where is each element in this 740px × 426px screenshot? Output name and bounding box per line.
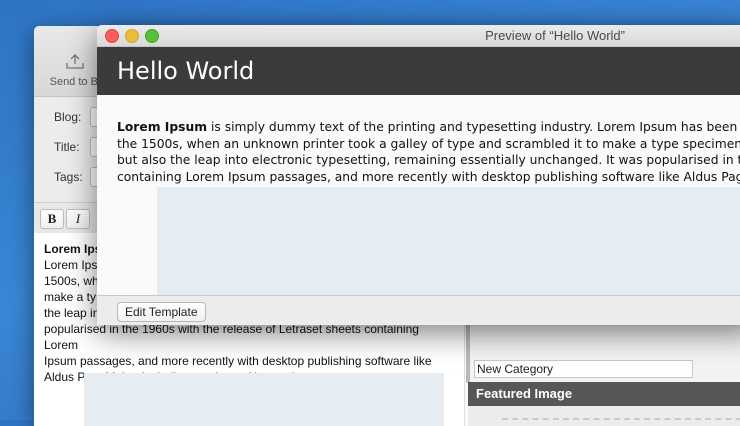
editor-image-placeholder	[84, 373, 444, 426]
italic-button[interactable]: I	[66, 209, 90, 229]
blog-label: Blog:	[54, 110, 82, 124]
preview-window: Preview of “Hello World” Hello World Lor…	[97, 25, 740, 325]
new-category-field[interactable]: New Category	[474, 360, 693, 378]
editor-line: popularised in the 1960s with the releas…	[44, 322, 419, 352]
post-title: Hello World	[117, 57, 255, 85]
upload-icon	[66, 54, 84, 69]
bold-button[interactable]: B	[40, 209, 64, 229]
tags-label: Tags:	[54, 170, 83, 184]
preview-titlebar[interactable]: Preview of “Hello World”	[97, 25, 740, 47]
editor-lead: Lorem Ips	[44, 242, 102, 256]
preview-header: Hello World	[97, 47, 740, 95]
edit-template-button[interactable]: Edit Template	[117, 302, 206, 322]
paragraph-line: containing Lorem Ipsum passages, and mor…	[117, 169, 740, 184]
paragraph-line: the 1500s, when an unknown printer took …	[117, 136, 740, 151]
image-placeholder	[157, 187, 740, 297]
post-paragraph: Lorem Ipsum is simply dummy text of the …	[117, 119, 740, 185]
paragraph-lead: Lorem Ipsum	[117, 120, 208, 134]
featured-image-body	[468, 406, 740, 426]
featured-image-heading[interactable]: Featured Image	[468, 382, 740, 406]
italic-icon: I	[75, 211, 81, 226]
paragraph-line: but also the leap into electronic typese…	[117, 153, 740, 168]
title-label: Title:	[54, 140, 80, 154]
paragraph-line: is simply dummy text of the printing and…	[207, 120, 740, 134]
preview-content: Lorem Ipsum is simply dummy text of the …	[97, 95, 740, 297]
window-title: Preview of “Hello World”	[485, 28, 625, 43]
bold-icon: B	[47, 211, 57, 226]
editor-line: Ipsum passages, and more recently with d…	[44, 354, 432, 368]
preview-footer: Edit Template	[97, 295, 740, 325]
